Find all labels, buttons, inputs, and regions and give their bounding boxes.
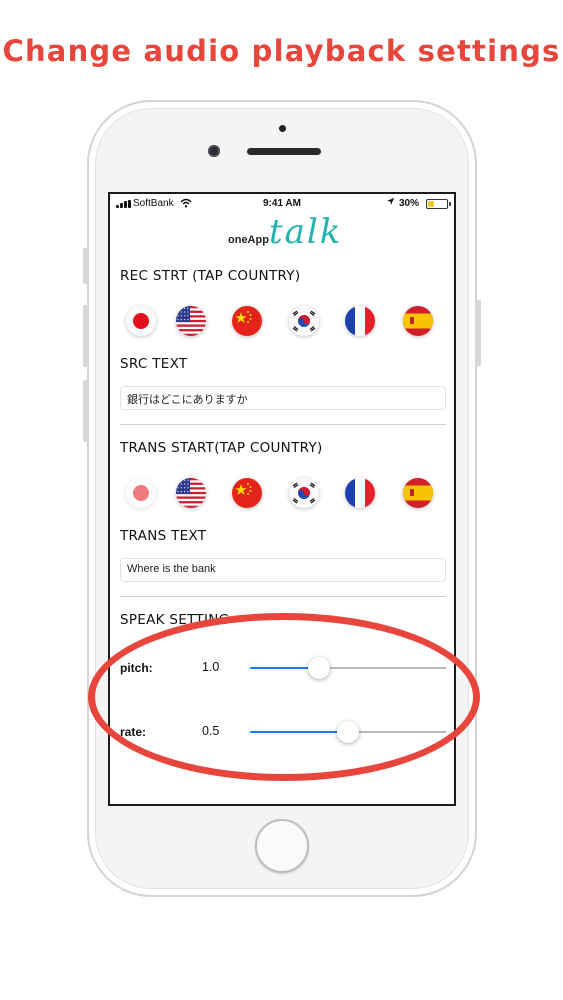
trans-flag-usa[interactable]: [176, 478, 206, 508]
trans-flag-spain[interactable]: [403, 478, 433, 508]
rec-flag-row: [126, 306, 446, 336]
logo-prefix: oneApp: [228, 234, 269, 246]
proximity-sensor: [279, 125, 286, 132]
battery-icon: [426, 199, 451, 209]
trans-flag-japan[interactable]: [126, 478, 156, 508]
rec-flag-spain[interactable]: [403, 306, 433, 336]
rec-start-title: REC STRT (TAP COUNTRY): [120, 268, 301, 284]
trans-start-title: TRANS START(TAP COUNTRY): [120, 440, 323, 456]
pitch-slider[interactable]: [250, 657, 446, 679]
logo-word: talk: [269, 212, 343, 252]
rec-flag-china[interactable]: [232, 306, 262, 336]
trans-text-title: TRANS TEXT: [120, 528, 207, 544]
location-arrow-icon: [386, 197, 395, 209]
rate-slider[interactable]: [250, 721, 446, 743]
phone-screen: SoftBank 9:41 AM 30% oneApp talk REC STR…: [108, 192, 456, 806]
trans-flag-row: [126, 478, 446, 508]
rec-flag-korea[interactable]: [289, 306, 319, 336]
mute-switch: [83, 248, 88, 284]
rec-flag-france[interactable]: [345, 306, 375, 336]
home-button[interactable]: [255, 819, 309, 873]
volume-up-button: [83, 305, 88, 367]
pitch-slider-thumb[interactable]: [307, 657, 330, 679]
earpiece-speaker: [247, 148, 321, 155]
trans-flag-france[interactable]: [345, 478, 375, 508]
power-button: [476, 300, 481, 366]
trans-flag-korea[interactable]: [289, 478, 319, 508]
rec-flag-usa[interactable]: [176, 306, 206, 336]
headline-title: Change audio playback settings: [2, 34, 561, 68]
rate-slider-thumb[interactable]: [337, 721, 359, 743]
rate-label: rate:: [120, 725, 147, 739]
volume-down-button: [83, 380, 88, 442]
src-text-field[interactable]: 銀行はどこにありますか: [120, 386, 446, 410]
rate-slider-fill: [250, 731, 348, 733]
rate-value: 0.5: [202, 724, 220, 738]
section-divider: [120, 424, 446, 425]
battery-percentage: 30%: [399, 198, 420, 209]
section-divider: [120, 596, 446, 597]
src-text-title: SRC TEXT: [120, 356, 188, 372]
pitch-label: pitch:: [120, 661, 153, 675]
trans-flag-china[interactable]: [232, 478, 262, 508]
front-camera: [208, 145, 220, 157]
trans-text-field[interactable]: Where is the bank: [120, 558, 446, 582]
pitch-value: 1.0: [202, 660, 220, 674]
status-bar: SoftBank 9:41 AM 30%: [110, 194, 454, 214]
speak-setting-title: SPEAK SETTING: [120, 612, 230, 628]
rec-flag-japan[interactable]: [126, 306, 156, 336]
